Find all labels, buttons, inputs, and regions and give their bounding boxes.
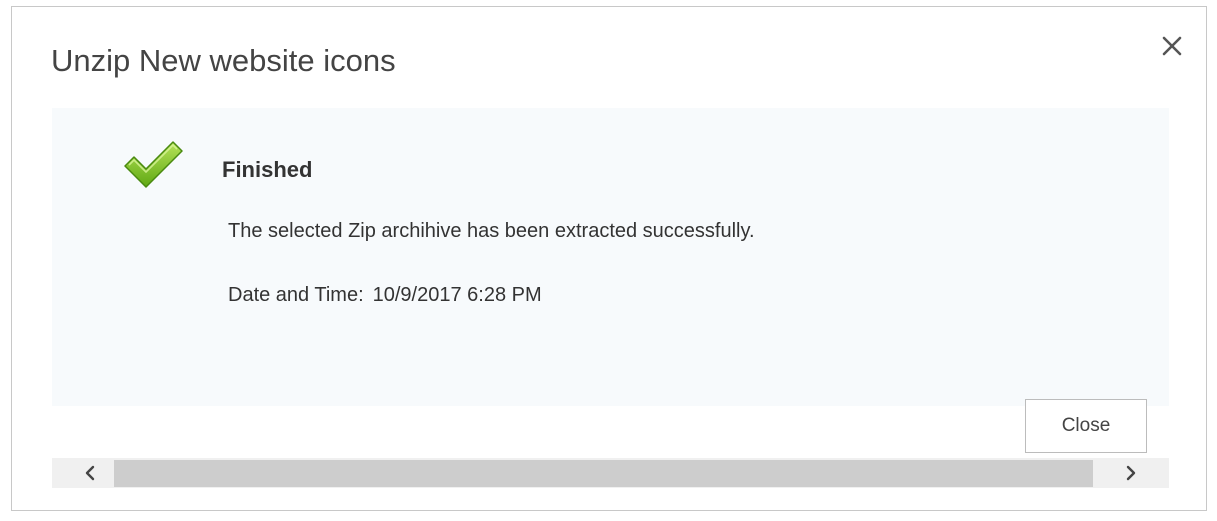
scroll-thumb[interactable] xyxy=(114,460,1093,487)
check-mark-icon xyxy=(122,138,184,190)
content-panel: Finished The selected Zip archihive has … xyxy=(52,108,1169,406)
unzip-dialog: Unzip New website icons Finished The sel… xyxy=(11,6,1207,511)
chevron-left-icon[interactable] xyxy=(52,458,114,488)
dialog-title: Unzip New website icons xyxy=(51,43,396,78)
close-button[interactable]: Close xyxy=(1025,399,1147,453)
status-message: The selected Zip archihive has been extr… xyxy=(228,220,755,242)
close-x-icon[interactable] xyxy=(1160,34,1184,58)
datetime-row: Date and Time: 10/9/2017 6:28 PM xyxy=(228,284,542,307)
datetime-label: Date and Time: xyxy=(228,284,364,306)
horizontal-scrollbar[interactable] xyxy=(52,458,1169,488)
status-heading: Finished xyxy=(222,157,313,182)
chevron-right-icon[interactable] xyxy=(1107,458,1169,488)
datetime-value: 10/9/2017 6:28 PM xyxy=(372,284,542,306)
